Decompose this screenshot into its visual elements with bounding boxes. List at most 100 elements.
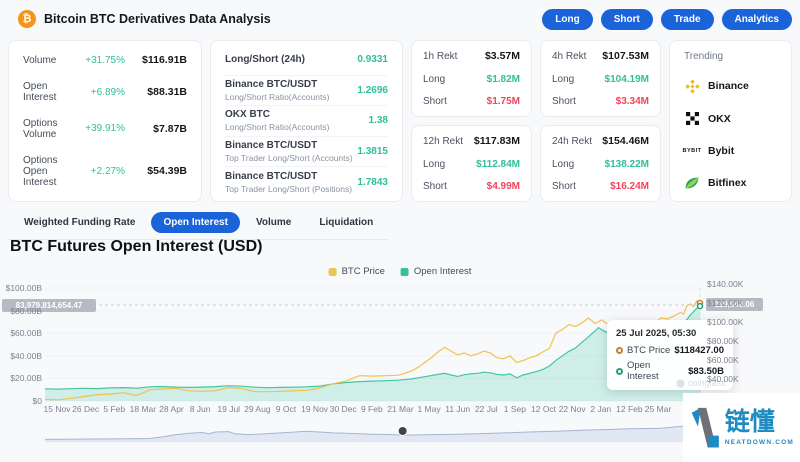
stat-row: Volume +31.75% $116.91B <box>23 54 187 66</box>
legend-label: Open Interest <box>414 266 472 277</box>
x-axis-tick: 15 Nov <box>44 404 71 414</box>
rekt-short-value: $16.24M <box>610 181 649 192</box>
brand-domain: NEATDOWN.COM <box>725 439 794 446</box>
x-axis-tick: 28 Apr <box>159 404 184 414</box>
rekt-long-value: $104.19M <box>605 74 649 85</box>
stat-label: Options Volume <box>23 118 73 140</box>
stat-row: Open Interest +6.89% $88.31B <box>23 81 187 103</box>
x-axis-tick: 2 Jan <box>590 404 611 414</box>
ratio-value: 1.7843 <box>357 177 388 188</box>
legend-btc-price[interactable]: BTC Price <box>329 266 385 277</box>
trending-item-bitfinex[interactable]: Bitfinex <box>684 175 777 191</box>
x-axis-tick: 1 Sep <box>504 404 526 414</box>
crosshair-left-value: 83,979,814,654.47 <box>2 299 96 312</box>
bitfinex-icon <box>684 175 700 191</box>
rekt-short-label: Short <box>423 181 447 192</box>
rekt-period: 24h Rekt <box>552 136 592 147</box>
tab-weighted-funding-rate[interactable]: Weighted Funding Rate <box>12 212 147 233</box>
rekt-short-label: Short <box>552 96 576 107</box>
ratio-title: Binance BTC/USDT <box>225 171 357 182</box>
rekt-short-label: Short <box>423 96 447 107</box>
x-axis-tick: 12 Oct <box>531 404 556 414</box>
y-axis-left-tick: $20.00B <box>0 373 42 383</box>
x-axis-tick: 22 Nov <box>559 404 586 414</box>
trending-item-bybit[interactable]: BYBIT Bybit <box>684 143 777 159</box>
coinglass-watermark: coinglass <box>676 378 726 388</box>
legend-label: BTC Price <box>342 266 385 277</box>
tooltip-label: BTC Price <box>627 345 670 356</box>
tab-liquidation[interactable]: Liquidation <box>307 212 385 233</box>
x-axis-tick: 29 Aug <box>244 404 270 414</box>
trending-item-label: Bitfinex <box>708 177 747 189</box>
volume-stats-card: Volume +31.75% $116.91B Open Interest +6… <box>8 40 202 202</box>
y-axis-right-tick: $140.00K <box>707 279 743 289</box>
rekt-card-12h: 12h Rekt$117.83M Long$112.84M Short$4.99… <box>411 125 532 202</box>
ratio-value: 1.2696 <box>357 85 388 96</box>
y-axis-left-tick: $0 <box>0 396 42 406</box>
tooltip-date: 25 Jul 2025, 05:30 <box>616 328 724 339</box>
trending-title: Trending <box>684 51 777 62</box>
rekt-card-1h: 1h Rekt$3.57M Long$1.82M Short$1.75M <box>411 40 532 117</box>
chart-tabs: Weighted Funding Rate Open Interest Volu… <box>8 212 389 240</box>
ratio-subtitle: Long/Short Ratio(Accounts) <box>225 122 369 132</box>
stat-value: $88.31B <box>125 86 187 98</box>
ratio-title: Binance BTC/USDT <box>225 140 357 151</box>
rekt-card-4h: 4h Rekt$107.53M Long$104.19M Short$3.34M <box>540 40 661 117</box>
brand-name-cn: 链懂 <box>725 409 775 437</box>
rekt-card-24h: 24h Rekt$154.46M Long$138.22M Short$16.2… <box>540 125 661 202</box>
x-axis-tick: 26 Dec <box>72 404 99 414</box>
short-button[interactable]: Short <box>601 9 653 30</box>
rekt-long-label: Long <box>423 74 445 85</box>
trending-item-okx[interactable]: OKX <box>684 111 777 127</box>
trending-item-label: Binance <box>708 80 749 92</box>
rekt-period: 12h Rekt <box>423 136 463 147</box>
long-button[interactable]: Long <box>542 9 592 30</box>
tooltip-value: $118427.00 <box>674 345 724 356</box>
ratio-subtitle: Top Trader Long/Short (Positions) <box>225 184 357 194</box>
navigator-handle[interactable] <box>398 427 407 436</box>
trending-item-label: Bybit <box>708 145 734 157</box>
x-axis-tick: 8 Jun <box>190 404 211 414</box>
tooltip-row: Open Interest $83.50B <box>616 360 724 382</box>
trending-item-label: OKX <box>708 113 731 125</box>
rekt-total: $154.46M <box>602 135 649 147</box>
rekt-period: 1h Rekt <box>423 51 457 62</box>
x-axis-tick: 30 Dec <box>330 404 357 414</box>
stat-change: +31.75% <box>73 55 125 66</box>
stat-label: Volume <box>23 55 73 66</box>
open-interest-dot-icon <box>616 368 623 375</box>
y-axis-right-tick: $60.00K <box>707 355 739 365</box>
y-axis-left-tick: $40.00B <box>0 351 42 361</box>
ratio-row: Binance BTC/USDT Long/Short Ratio(Accoun… <box>225 75 388 106</box>
x-axis-tick: 9 Oct <box>276 404 296 414</box>
tab-volume[interactable]: Volume <box>244 212 303 233</box>
stat-value: $54.39B <box>125 165 187 177</box>
stat-value: $7.87B <box>125 123 187 135</box>
trending-item-binance[interactable]: Binance <box>684 78 777 94</box>
rekt-cards-grid: 1h Rekt$3.57M Long$1.82M Short$1.75M 4h … <box>411 40 661 202</box>
btc-price-swatch <box>329 268 337 276</box>
tab-open-interest[interactable]: Open Interest <box>151 212 239 233</box>
summary-cards-row: Volume +31.75% $116.91B Open Interest +6… <box>8 40 792 202</box>
y-axis-left-tick: $100.00B <box>0 283 42 293</box>
x-axis-tick: 21 Mar <box>387 404 413 414</box>
header-actions: Long Short Trade Analytics <box>542 9 792 30</box>
binance-icon <box>684 78 700 94</box>
rekt-long-value: $1.82M <box>487 74 520 85</box>
trending-card: Trending Binance OKX BY <box>669 40 792 202</box>
x-axis-tick: 11 Jun <box>445 404 470 414</box>
ratio-row: Long/Short (24h) 0.9331 <box>225 45 388 75</box>
tooltip-value: $83.50B <box>688 366 724 377</box>
section-title: BTC Futures Open Interest (USD) <box>10 238 262 256</box>
stat-row: Options Open Interest +2.27% $54.39B <box>23 155 187 188</box>
x-axis-tick: 18 Mar <box>130 404 156 414</box>
chart-tooltip: 25 Jul 2025, 05:30 BTC Price $118427.00 … <box>607 320 733 390</box>
rekt-period: 4h Rekt <box>552 51 586 62</box>
rekt-short-value: $4.99M <box>487 181 520 192</box>
analytics-button[interactable]: Analytics <box>722 9 792 30</box>
trade-button[interactable]: Trade <box>661 9 714 30</box>
x-axis-tick: 1 May <box>417 404 440 414</box>
ratio-title: OKX BTC <box>225 109 369 120</box>
legend-open-interest[interactable]: Open Interest <box>401 266 472 277</box>
stat-label: Open Interest <box>23 81 73 103</box>
